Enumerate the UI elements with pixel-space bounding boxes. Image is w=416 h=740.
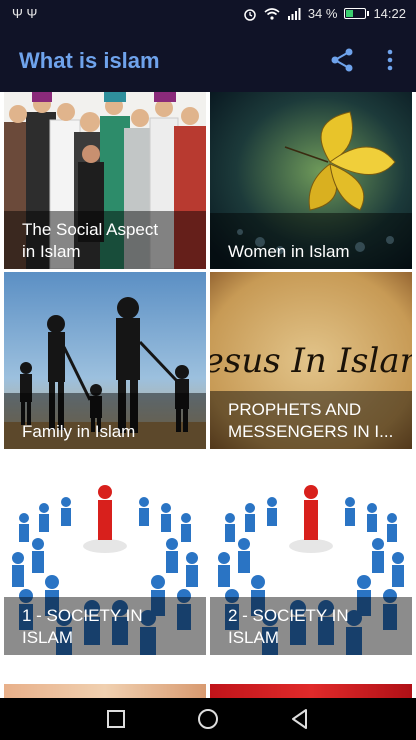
tile-social-aspect[interactable]: The Social Aspect in Islam [4,92,206,269]
alarm-icon [244,8,256,21]
partial-image [4,684,206,698]
tile-society-2[interactable]: 2 - SOCIETY IN ISLAM [210,478,412,655]
system-nav-bar [0,698,416,740]
tile-partial-right[interactable] [210,684,412,698]
tile-caption: Family in Islam [4,393,206,449]
signal-icon [287,7,301,20]
status-right: 34 % 14:22 [243,6,406,21]
tile-caption: 1 - SOCIETY IN ISLAM [4,597,206,655]
tile-caption: 2 - SOCIETY IN ISLAM [210,597,412,655]
tile-caption: PROPHETS AND MESSENGERS IN I... [210,391,412,449]
share-icon[interactable] [328,46,356,74]
tile-caption: Women in Islam [210,213,412,269]
wifi-icon [264,8,280,20]
app-bar: What is islam [0,28,416,92]
status-bar: Ψ Ψ 34 % 14:22 [0,0,416,28]
back-triangle-icon[interactable] [287,706,313,732]
battery-percent: 34 % [307,6,338,21]
tile-caption: The Social Aspect in Islam [4,211,206,269]
more-vert-icon[interactable] [380,46,400,74]
topic-grid: The Social Aspect in Islam Women in Isla… [0,92,416,698]
partial-image [210,684,412,698]
jesus-in-islam-text: Jesus In Islam [210,341,412,381]
clock: 14:22 [373,6,406,21]
battery-icon [344,8,370,19]
tile-women-in-islam[interactable]: Women in Islam [210,92,412,269]
tile-prophets-messengers[interactable]: Jesus In Islam PROPHETS AND MESSENGERS I… [210,272,412,449]
tile-partial-left[interactable] [4,684,206,698]
tile-society-1[interactable]: 1 - SOCIETY IN ISLAM [4,478,206,655]
app-title: What is islam [19,48,160,73]
square-icon[interactable] [103,706,129,732]
tile-family-in-islam[interactable]: Family in Islam [4,272,206,449]
circle-icon[interactable] [195,706,221,732]
usb-icons: Ψ Ψ [12,6,38,21]
